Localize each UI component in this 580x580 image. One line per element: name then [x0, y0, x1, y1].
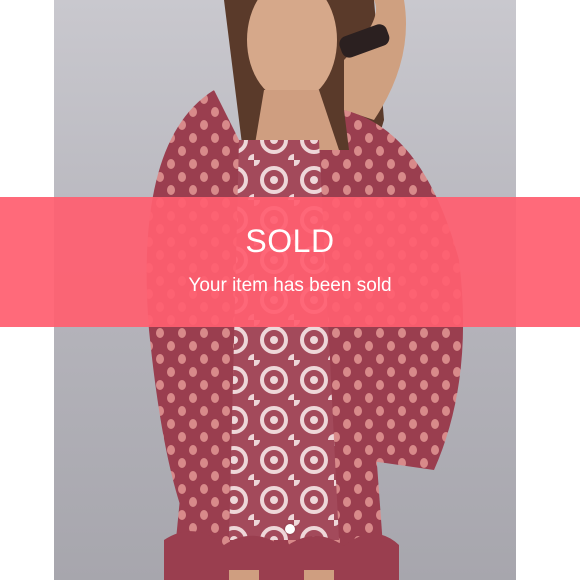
- chevron-left-icon[interactable]: [2, 0, 24, 34]
- sold-title: SOLD: [245, 223, 335, 259]
- sold-overlay: SOLD Your item has been sold: [0, 197, 580, 327]
- carousel-pager[interactable]: [0, 524, 580, 534]
- carousel-dot-active[interactable]: [285, 524, 295, 534]
- sold-subtitle: Your item has been sold: [188, 275, 392, 296]
- listing-screen: SOLD Your item has been sold: [0, 0, 580, 580]
